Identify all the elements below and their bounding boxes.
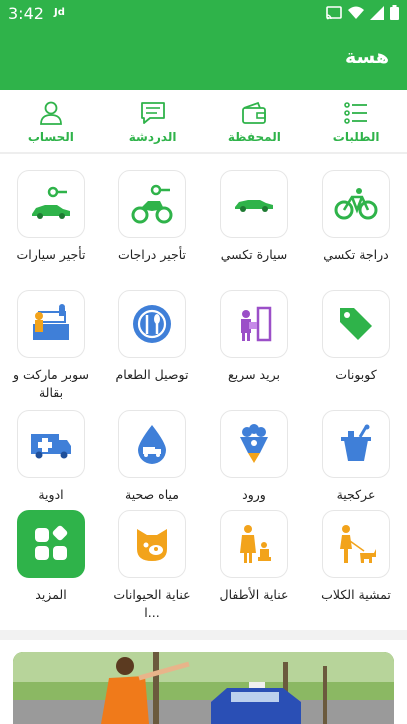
service-label: تأجير دراجات (117, 247, 187, 262)
service-label: دراجة تكسي (323, 247, 389, 262)
nav-wallet-label: المحفظة (227, 130, 281, 144)
signal-icon (370, 5, 384, 20)
service-food-delivery[interactable]: توصيل الطعام (101, 290, 203, 384)
service-more[interactable]: المزيد (0, 510, 102, 604)
promo-banner-image (13, 652, 394, 724)
app-bar: هسة (0, 28, 407, 90)
service-label: سوبر ماركت و بقالة (12, 367, 90, 400)
status-carrier: Jd (54, 7, 65, 18)
service-label: ورود (242, 487, 266, 502)
service-bicycle-taxi[interactable]: دراجة تكسي (305, 170, 407, 264)
food-plate-icon (133, 305, 171, 343)
nav-orders[interactable]: الطلبات (305, 90, 407, 152)
promo-banner[interactable] (13, 652, 394, 724)
courier-icon (241, 306, 272, 342)
ambulance-icon (31, 434, 71, 459)
top-nav: الحساب الدردشة المحفظة الطلبات (0, 90, 407, 152)
service-label: ادوية (38, 487, 64, 502)
more-grid-icon (35, 525, 68, 560)
service-ice-bucket[interactable]: عركجية (305, 410, 407, 504)
service-coupons[interactable]: كوبونات (305, 290, 407, 384)
service-label: توصيل الطعام (115, 367, 189, 382)
service-water[interactable]: مياه صحية (101, 410, 203, 504)
car-key-icon (32, 186, 70, 219)
service-label: المزيد (35, 587, 67, 602)
service-express-mail[interactable]: بريد سريع (203, 290, 305, 384)
coupon-tag-icon (340, 308, 372, 340)
ice-bucket-icon (341, 424, 371, 461)
service-label: كوبونات (335, 367, 377, 382)
service-car-rental[interactable]: تأجير سيارات (0, 170, 102, 264)
service-label: عركجية (336, 487, 376, 502)
service-medicine[interactable]: ادوية (0, 410, 102, 504)
motorbike-key-icon (131, 184, 173, 224)
pet-care-icon (137, 529, 167, 561)
nav-wallet[interactable]: المحفظة (204, 90, 306, 152)
nav-chat[interactable]: الدردشة (102, 90, 204, 152)
app-title: هسة (344, 46, 389, 68)
service-car-taxi[interactable]: سيارة تكسي (203, 170, 305, 264)
status-icons (326, 5, 399, 20)
wallet-icon (242, 101, 267, 124)
nav-account-label: الحساب (27, 130, 74, 144)
wifi-icon (348, 6, 364, 19)
section-gap (0, 630, 407, 640)
chat-icon (140, 102, 165, 124)
service-supermarket[interactable]: سوبر ماركت و بقالة (0, 290, 102, 402)
childcare-icon (240, 525, 271, 563)
grocery-store-icon (33, 304, 69, 340)
dog-walking-icon (340, 525, 376, 563)
user-icon (39, 101, 62, 125)
service-label: تمشية الكلاب (321, 587, 391, 602)
service-label: سيارة تكسي (220, 247, 288, 262)
service-bike-rental[interactable]: تأجير دراجات (101, 170, 203, 264)
water-drop-truck-icon (138, 425, 166, 464)
service-dog-walking[interactable]: تمشية الكلاب (305, 510, 407, 604)
service-label: بريد سريع (228, 367, 280, 382)
bicycle-icon (334, 188, 378, 220)
status-time: 3:42 (8, 4, 44, 23)
nav-divider (0, 152, 407, 154)
list-icon (344, 102, 368, 124)
battery-icon (390, 5, 399, 20)
cast-icon (326, 5, 342, 19)
nav-chat-label: الدردشة (128, 130, 177, 144)
nav-account[interactable]: الحساب (0, 90, 102, 152)
service-label: عناية الحيوانات ا... (113, 587, 191, 620)
service-flowers[interactable]: ورود (203, 410, 305, 504)
service-childcare[interactable]: عناية الأطفال (203, 510, 305, 604)
car-icon (235, 200, 273, 212)
service-label: مياه صحية (125, 487, 179, 502)
service-label: عناية الأطفال (219, 587, 289, 602)
status-bar: 3:42 Jd (0, 0, 407, 28)
service-label: تأجير سيارات (16, 247, 86, 262)
nav-orders-label: الطلبات (332, 130, 380, 144)
service-pet-care[interactable]: عناية الحيوانات ا... (101, 510, 203, 622)
flower-bouquet-icon (240, 424, 268, 463)
